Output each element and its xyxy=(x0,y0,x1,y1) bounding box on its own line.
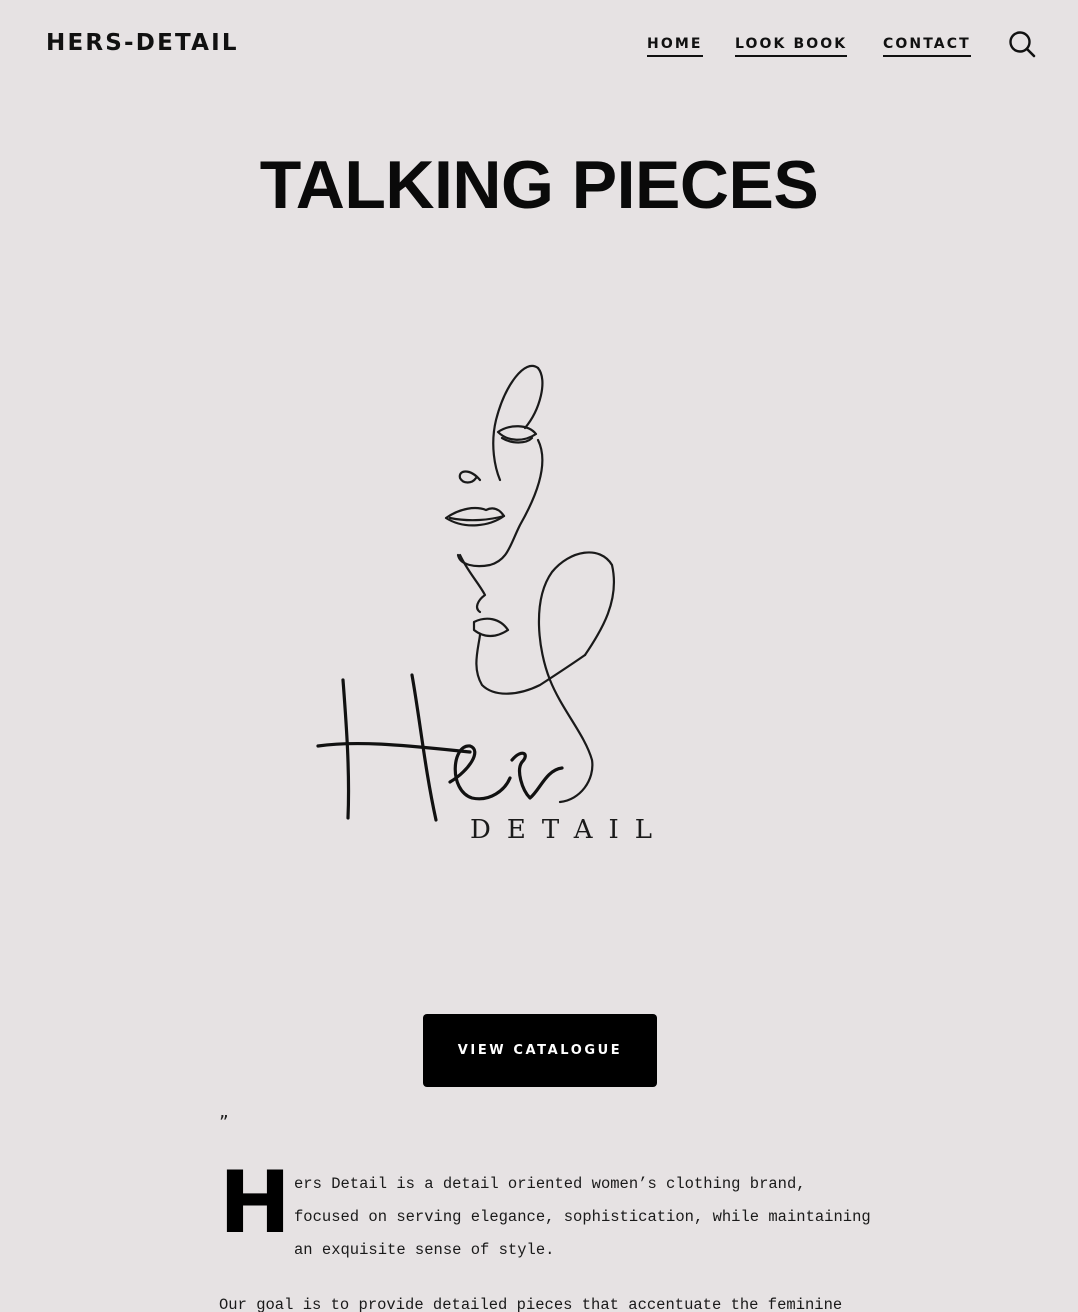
site-header: HERS-DETAIL HOME LOOK BOOK CONTACT xyxy=(0,0,1078,90)
search-icon[interactable] xyxy=(1008,30,1036,58)
face-line-drawing xyxy=(444,364,616,804)
logo-detail-text: DETAIL xyxy=(470,815,668,845)
quote-mark: ” xyxy=(219,1112,229,1131)
brand-logo-art: DETAIL xyxy=(316,364,668,845)
nav-home[interactable]: HOME xyxy=(647,36,703,57)
about-paragraph: ers Detail is a detail oriented women’s … xyxy=(294,1175,871,1259)
nav-look-book[interactable]: LOOK BOOK xyxy=(735,36,848,57)
goal-paragraph: Our goal is to provide detailed pieces t… xyxy=(219,1296,843,1312)
view-catalogue-button[interactable]: VIEW CATALOGUE xyxy=(423,1014,657,1087)
page-title: TALKING PIECES xyxy=(259,147,819,223)
drop-cap-letter: H xyxy=(219,1153,291,1253)
nav-contact[interactable]: CONTACT xyxy=(883,36,971,57)
her-script-lettering xyxy=(316,673,564,822)
site-logo[interactable]: HERS-DETAIL xyxy=(46,30,239,56)
